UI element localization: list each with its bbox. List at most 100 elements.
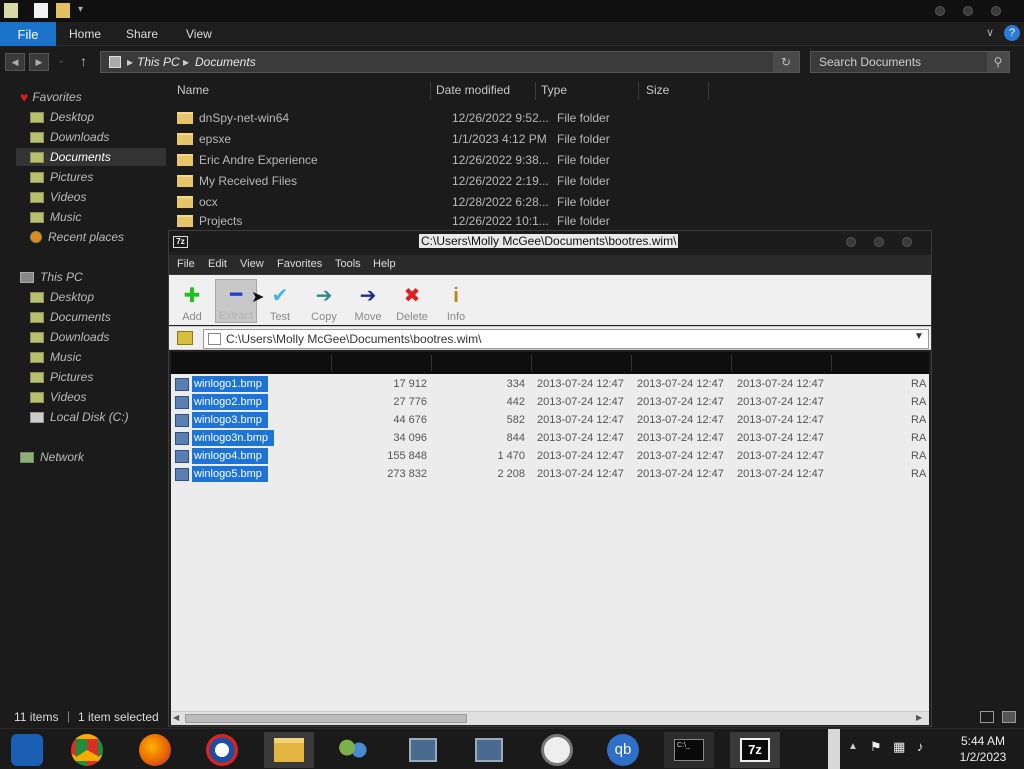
test-button[interactable]: ✔ Test [259, 279, 301, 323]
menu-edit[interactable]: Edit [208, 258, 227, 270]
network-status-icon[interactable]: ▦ [893, 739, 905, 755]
menu-view[interactable]: View [240, 258, 264, 270]
back-button[interactable]: ◀ [5, 53, 25, 71]
column-header-type[interactable]: Type [541, 83, 567, 99]
recent-locations-icon[interactable]: ⌄ [57, 55, 65, 66]
tab-view[interactable]: View [186, 27, 212, 41]
show-hidden-icons-icon[interactable]: ▲ [848, 741, 858, 752]
list-item[interactable]: dnSpy-net-win64 12/26/2022 9:52... File fo… [177, 108, 637, 128]
horizontal-scrollbar[interactable]: ◀ ▶ [171, 711, 929, 725]
sidebar-item-documents[interactable]: Documents [16, 148, 166, 166]
breadcrumb-this-pc[interactable]: This PC [137, 55, 180, 69]
taskbar-users[interactable] [328, 732, 378, 768]
table-row[interactable]: winlogo2.bmp 27 776 442 2013-07-24 12:47… [171, 393, 929, 411]
sidebar-item-pc-music[interactable]: Music [20, 348, 160, 366]
column-header-date[interactable]: Date modified [436, 83, 510, 99]
taskbar-network-connection[interactable] [464, 732, 514, 768]
taskbar-remote-desktop[interactable] [398, 732, 448, 768]
tab-file[interactable]: File [0, 22, 56, 46]
delete-button[interactable]: ✖ Delete [391, 279, 433, 323]
table-row[interactable]: winlogo5.bmp 273 832 2 208 2013-07-24 12… [171, 465, 929, 483]
sidebar-item-pc-pictures[interactable]: Pictures [20, 368, 160, 386]
taskbar-file-explorer[interactable] [264, 732, 314, 768]
taskbar-sevenzip[interactable]: 7z [730, 732, 780, 768]
clock[interactable]: 5:44 AM 1/2/2023 [948, 733, 1018, 765]
path-dropdown-icon[interactable]: ▼ [914, 331, 924, 342]
sidebar-item-videos[interactable]: Videos [20, 188, 160, 206]
table-row[interactable]: winlogo3n.bmp 34 096 844 2013-07-24 12:4… [171, 429, 929, 447]
tab-home[interactable]: Home [69, 27, 101, 41]
sevenzip-close-button[interactable] [902, 237, 912, 247]
quick-access-dropdown-icon[interactable]: ▾ [78, 4, 83, 15]
start-button[interactable] [2, 732, 52, 768]
tab-share[interactable]: Share [126, 27, 158, 41]
sidebar-item-pc-desktop[interactable]: Desktop [20, 288, 160, 306]
taskbar-app-logo[interactable] [197, 732, 247, 768]
list-item[interactable]: epsxe 1/1/2023 4:12 PM File folder [177, 129, 637, 149]
help-icon[interactable]: ? [1004, 25, 1020, 41]
search-icon[interactable]: ⚲ [987, 52, 1009, 72]
sidebar-item-local-disk[interactable]: Local Disk (C:) [20, 408, 160, 426]
list-item[interactable]: ocx 12/28/2022 6:28... File folder [177, 192, 637, 212]
column-header-size[interactable]: Size [646, 83, 669, 99]
menu-favorites[interactable]: Favorites [277, 258, 322, 270]
taskbar-qbittorrent[interactable]: qb [598, 732, 648, 768]
sevenzip-path-input[interactable]: C:\Users\Molly McGee\Documents\bootres.w… [203, 329, 929, 349]
menu-file[interactable]: File [177, 258, 195, 270]
attributes: RA [911, 468, 927, 480]
sidebar-this-pc[interactable]: This PC [20, 268, 83, 286]
sidebar-item-pictures[interactable]: Pictures [20, 168, 160, 186]
table-row[interactable]: winlogo3.bmp 44 676 582 2013-07-24 12:47… [171, 411, 929, 429]
large-icons-view-icon[interactable] [1002, 711, 1016, 723]
maximize-button[interactable] [963, 6, 973, 16]
flag-icon[interactable]: ⚑ [870, 739, 882, 755]
search-input[interactable]: Search Documents ⚲ [810, 51, 1010, 73]
breadcrumb-documents[interactable]: Documents [195, 55, 256, 69]
scroll-left-icon[interactable]: ◀ [173, 713, 179, 722]
menu-help[interactable]: Help [373, 258, 396, 270]
properties-icon[interactable] [34, 3, 48, 18]
sidebar-item-pc-downloads[interactable]: Downloads [20, 328, 160, 346]
expand-ribbon-icon[interactable]: ∨ [986, 26, 994, 39]
forward-button[interactable]: ▶ [29, 53, 49, 71]
volume-icon[interactable]: ♪ [917, 739, 924, 754]
refresh-icon[interactable]: ↻ [773, 52, 799, 72]
table-row[interactable]: winlogo4.bmp 155 848 1 470 2013-07-24 12… [171, 447, 929, 465]
sidebar-item-downloads[interactable]: Downloads [20, 128, 160, 146]
folder-up-icon[interactable] [177, 331, 193, 345]
move-button[interactable]: ➔ Move [347, 279, 389, 323]
taskbar-scroll[interactable] [828, 729, 840, 769]
taskbar-firefox[interactable] [130, 732, 180, 768]
new-folder-icon[interactable] [56, 3, 70, 18]
up-arrow-icon[interactable]: ↑ [80, 53, 87, 69]
list-item[interactable]: My Received Files 12/26/2022 2:19... File … [177, 171, 637, 191]
sevenzip-maximize-button[interactable] [874, 237, 884, 247]
close-button[interactable] [991, 6, 1001, 16]
sidebar-item-music[interactable]: Music [20, 208, 160, 226]
info-button[interactable]: i Info [435, 279, 477, 323]
menu-tools[interactable]: Tools [335, 258, 361, 270]
sidebar-item-label: Music [50, 350, 82, 364]
sidebar-item-desktop[interactable]: Desktop [20, 108, 160, 126]
list-item[interactable]: Projects 12/26/2022 10:1... File folder [177, 213, 637, 229]
copy-button[interactable]: ➔ Copy [303, 279, 345, 323]
add-button[interactable]: ✚ Add [171, 279, 213, 323]
taskbar-compass[interactable] [532, 732, 582, 768]
sidebar-favorites[interactable]: ♥ Favorites [20, 88, 82, 106]
sidebar-network[interactable]: Network [20, 448, 84, 466]
taskbar-terminal[interactable]: C:\_ [664, 732, 714, 768]
list-item[interactable]: Eric Andre Experience 12/26/2022 9:38... F… [177, 150, 637, 170]
taskbar-chrome[interactable] [62, 732, 112, 768]
scroll-right-icon[interactable]: ▶ [916, 713, 922, 722]
sidebar-item-pc-documents[interactable]: Documents [20, 308, 160, 326]
details-view-icon[interactable] [980, 711, 994, 723]
check-icon: ✔ [271, 285, 289, 307]
sidebar-item-recent-places[interactable]: Recent places [20, 228, 160, 246]
address-bar[interactable]: ▸ This PC ▸ Documents ↻ [100, 51, 800, 73]
minimize-button[interactable] [935, 6, 945, 16]
table-row[interactable]: winlogo1.bmp 17 912 334 2013-07-24 12:47… [171, 375, 929, 393]
scrollbar-thumb[interactable] [185, 714, 467, 723]
column-header-name[interactable]: Name [177, 83, 209, 99]
sevenzip-minimize-button[interactable] [846, 237, 856, 247]
sidebar-item-pc-videos[interactable]: Videos [20, 388, 160, 406]
